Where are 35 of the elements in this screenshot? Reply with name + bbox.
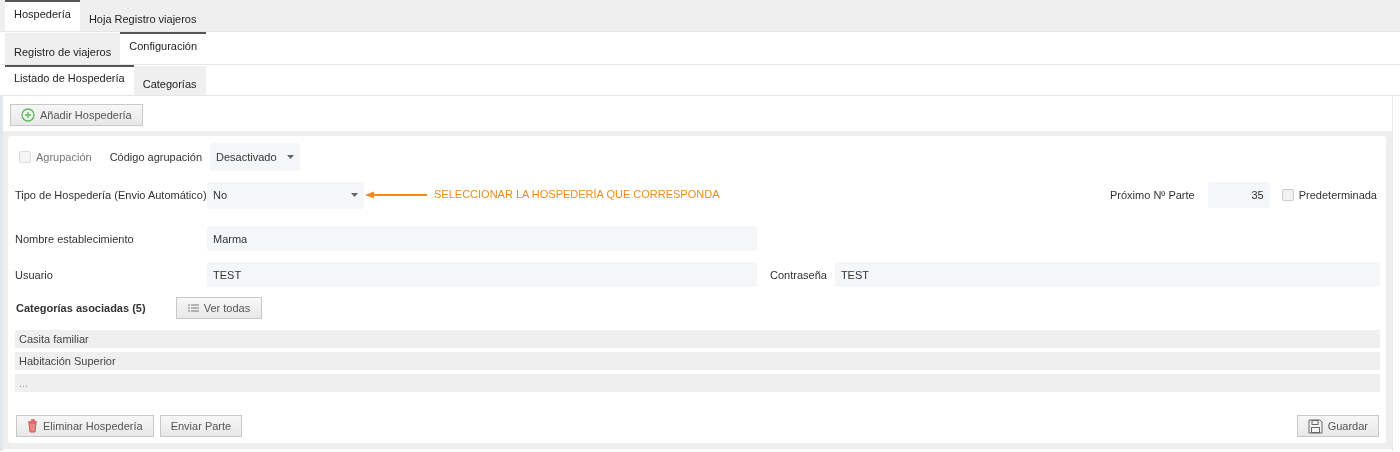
delete-button[interactable]: Eliminar Hospedería xyxy=(16,415,154,437)
tab[interactable]: Hospedería xyxy=(5,0,80,31)
field-label: Próximo Nº Parte xyxy=(1110,189,1195,201)
field-label: Nombre establecimiento xyxy=(15,232,135,245)
list-icon xyxy=(187,304,199,312)
arrow xyxy=(365,191,427,199)
field-label: Categorías asociadas (5) xyxy=(15,302,147,314)
field-label: Usuario xyxy=(15,268,54,281)
input-field[interactable]: TEST xyxy=(207,262,757,287)
caret-icon xyxy=(351,193,358,197)
input-field[interactable]: Marma xyxy=(207,226,757,251)
view-all-button[interactable]: Ver todas xyxy=(176,297,262,319)
password-field[interactable]: TEST xyxy=(834,262,1380,287)
tab[interactable]: Registro de viajeros xyxy=(5,33,121,64)
dropdown[interactable]: Desactivado xyxy=(210,143,300,171)
send-button[interactable]: Enviar Parte xyxy=(159,415,243,437)
category-row: Habitación Superior xyxy=(15,352,1380,370)
annotation-text: SELECCIONAR LA HOSPEDERÍA QUE CORRESPONDA xyxy=(434,187,720,200)
caret-icon xyxy=(286,155,294,159)
checkbox-label: Predeterminada xyxy=(1298,189,1377,201)
field-label: Contraseña xyxy=(770,268,827,281)
field-label: Tipo de Hospedería (Envio Automático) xyxy=(15,189,207,201)
checkbox-label: Agrupación xyxy=(36,151,92,163)
add-button[interactable]: Añadir Hospedería xyxy=(10,104,143,126)
number-field[interactable]: 35 xyxy=(1207,182,1270,208)
category-row: ... xyxy=(15,374,1380,392)
tab[interactable]: Hoja Registro viajeros xyxy=(79,1,206,31)
trash-icon xyxy=(27,419,38,433)
save-button[interactable]: Guardar xyxy=(1296,415,1379,437)
category-row: Casita familiar xyxy=(15,330,1380,348)
field-label: Código agrupación xyxy=(109,151,202,163)
plus-circle-icon xyxy=(21,108,35,122)
tab[interactable]: Categorías xyxy=(133,66,206,95)
checkbox[interactable] xyxy=(1281,189,1294,201)
dropdown[interactable]: No xyxy=(207,181,364,209)
